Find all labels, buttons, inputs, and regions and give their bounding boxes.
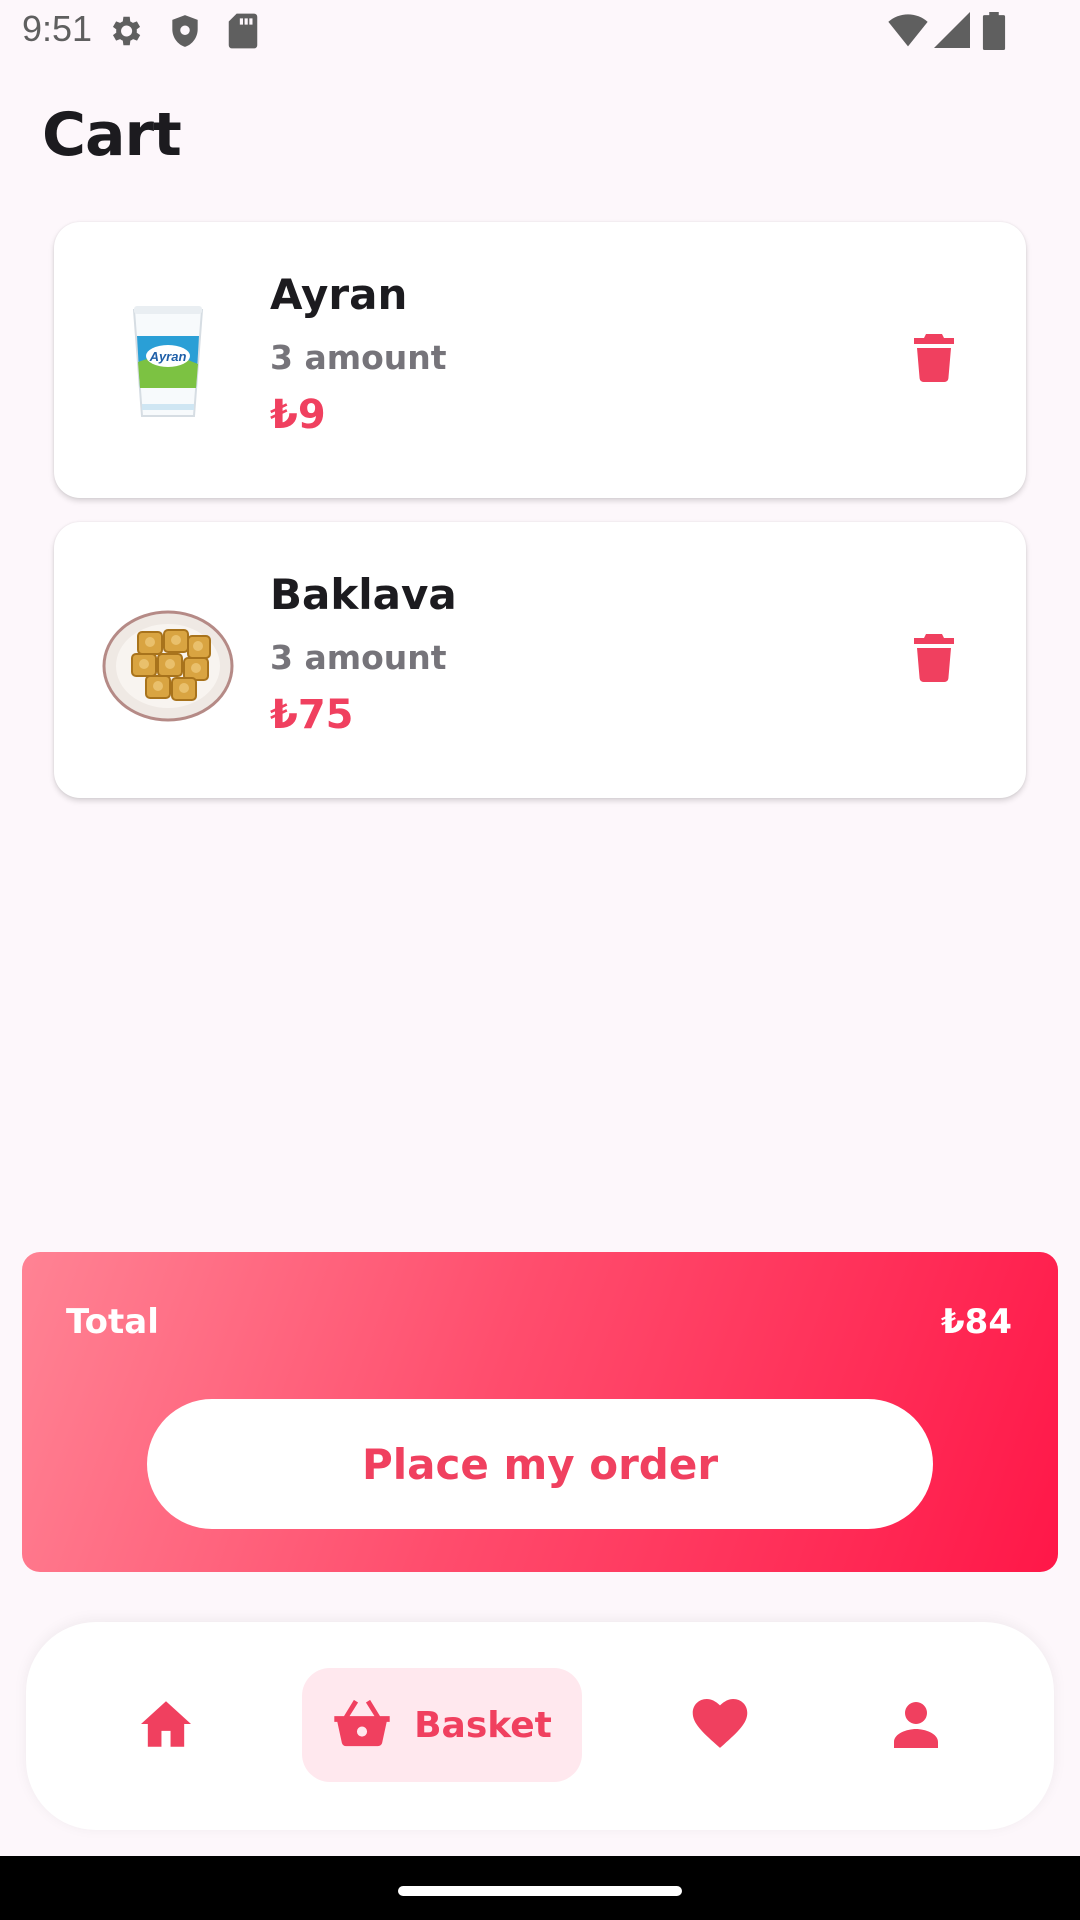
shield-icon — [166, 12, 204, 54]
sd-card-icon — [226, 12, 260, 54]
home-gesture-indicator[interactable] — [398, 1886, 682, 1896]
item-name: Baklava — [270, 570, 457, 619]
total-label: Total — [66, 1302, 159, 1342]
item-name: Ayran — [270, 270, 408, 319]
battery-icon — [982, 12, 1006, 54]
nav-favorites[interactable] — [680, 1686, 760, 1766]
order-summary-panel: Total ₺84 Place my order — [22, 1252, 1058, 1572]
item-quantity: 3 amount — [270, 338, 447, 377]
heart-icon — [692, 1699, 748, 1753]
status-time: 9:51 — [22, 8, 93, 49]
delete-button[interactable] — [904, 330, 964, 390]
cart-item: Ayran Ayran 3 amount ₺9 — [54, 222, 1026, 498]
total-value: ₺84 — [941, 1302, 1012, 1342]
cart-item: Baklava 3 amount ₺75 — [54, 522, 1026, 798]
item-quantity: 3 amount — [270, 638, 447, 677]
ayran-cup-image: Ayran — [98, 292, 238, 432]
person-icon — [892, 1700, 940, 1752]
basket-icon — [332, 1697, 392, 1753]
home-icon — [138, 1699, 194, 1753]
svg-text:Ayran: Ayran — [149, 349, 187, 364]
signal-icon — [934, 12, 970, 52]
item-price: ₺9 — [270, 392, 326, 438]
nav-profile[interactable] — [876, 1686, 956, 1766]
trash-icon — [914, 334, 954, 386]
item-price: ₺75 — [270, 692, 354, 738]
nav-home[interactable] — [126, 1686, 206, 1766]
nav-basket[interactable]: Basket — [302, 1668, 582, 1782]
place-order-button[interactable]: Place my order — [147, 1399, 933, 1529]
nav-basket-label: Basket — [414, 1704, 552, 1746]
settings-icon — [106, 12, 144, 54]
page-title: Cart — [42, 100, 182, 170]
system-navigation-bar — [0, 1856, 1080, 1920]
delete-button[interactable] — [904, 630, 964, 690]
status-bar: 9:51 — [0, 0, 1080, 64]
baklava-plate-image — [98, 592, 238, 732]
bottom-navigation: Basket — [26, 1622, 1054, 1830]
trash-icon — [914, 634, 954, 686]
wifi-icon — [888, 12, 928, 52]
